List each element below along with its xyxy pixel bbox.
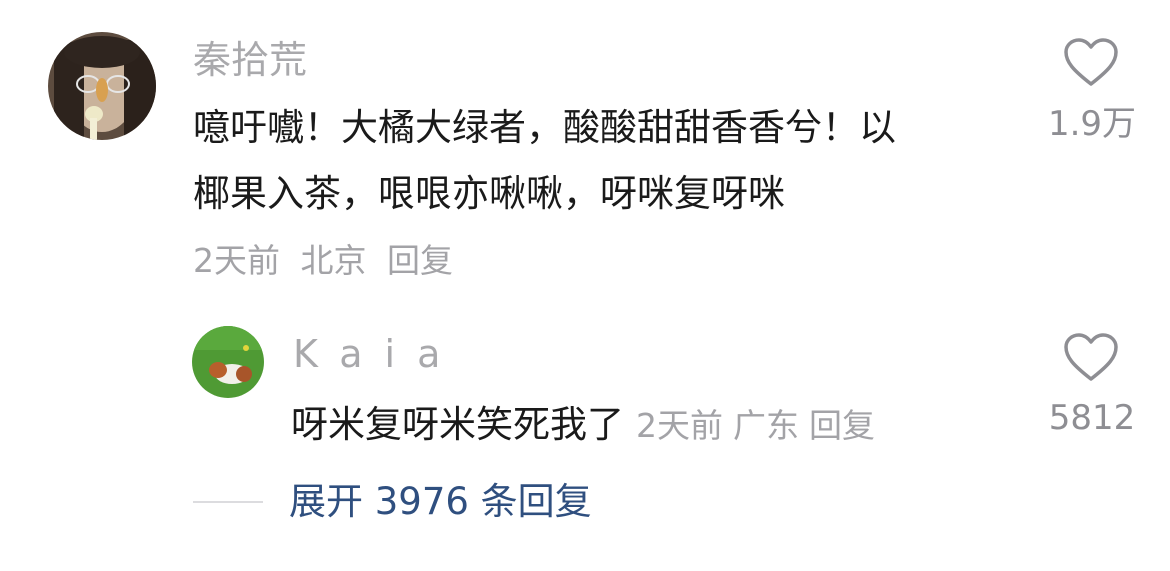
reply-location: 广东 <box>733 406 799 445</box>
reply-time: 2天前 <box>636 406 723 445</box>
reply-username[interactable]: Kaia <box>293 332 462 376</box>
heart-outline-icon[interactable] <box>1063 38 1119 88</box>
comment-text-line-2: 椰果入茶，哏哏亦啾啾，呀咪复呀咪 <box>193 172 785 215</box>
comment-location: 北京 <box>300 241 367 280</box>
reply-text: 呀米复呀米笑死我了 <box>291 403 624 446</box>
reply-like-count: 5812 <box>1048 398 1136 438</box>
heart-outline-icon[interactable] <box>1063 333 1119 383</box>
comment-time: 2天前 <box>193 241 280 280</box>
expand-divider <box>193 501 263 503</box>
avatar[interactable] <box>48 32 156 140</box>
comment-text-line-1: 噫吁嚱！大橘大绿者，酸酸甜甜香香兮！以 <box>193 106 896 149</box>
reply-reply-button[interactable]: 回复 <box>809 406 875 445</box>
comment-meta: 2天前 北京 回复 <box>193 241 463 281</box>
like-count: 1.9万 <box>1047 104 1137 144</box>
expand-replies-button[interactable]: 展开 3976 条回复 <box>289 478 592 526</box>
reply-text-row: 呀米复呀米笑死我了 2天前 广东 回复 <box>291 392 885 459</box>
comment-username[interactable]: 秦拾荒 <box>193 38 307 82</box>
reply-button[interactable]: 回复 <box>387 241 453 280</box>
avatar[interactable] <box>192 326 264 398</box>
